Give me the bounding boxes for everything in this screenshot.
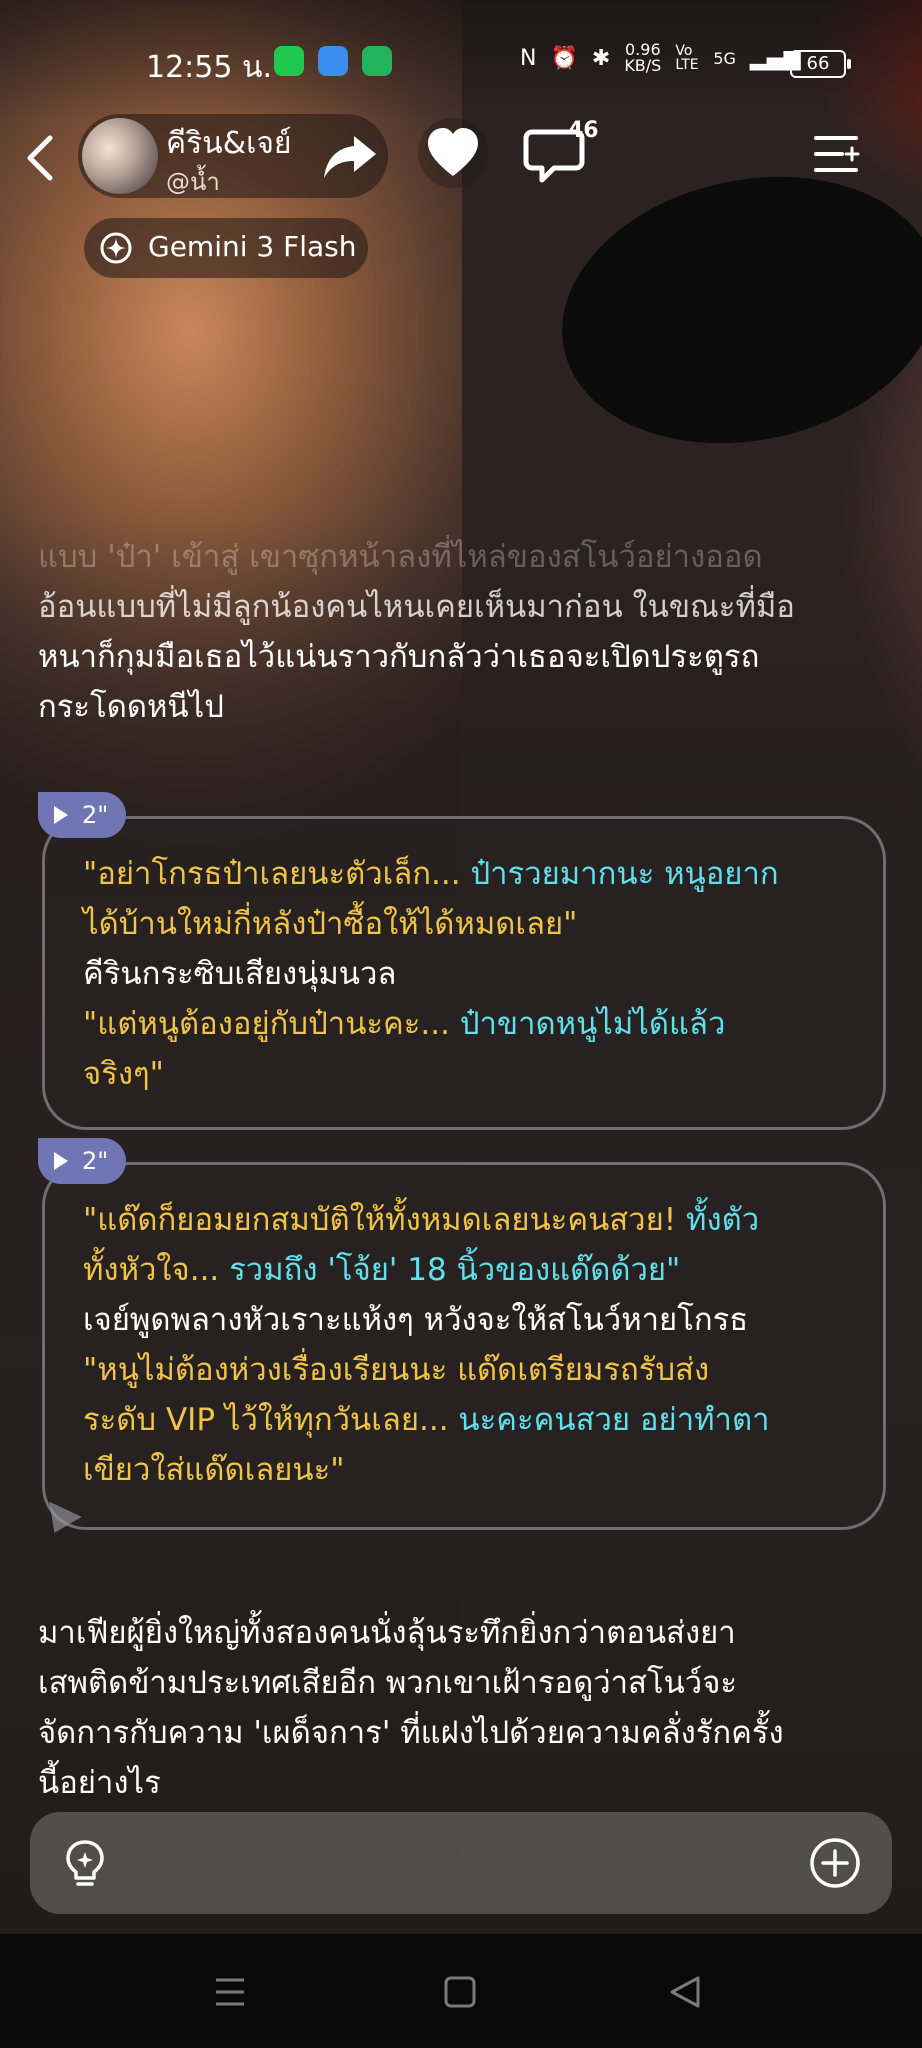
system-nav-bar	[0, 1934, 922, 2048]
voice-duration-2: 2"	[82, 1147, 109, 1175]
bubble-2-line-4: "หนูไม่ต้องห่วงเรื่องเรียนนะ แด๊ดเตรียมร…	[83, 1352, 710, 1388]
share-icon	[324, 136, 376, 178]
bubble-2-line-2: ทั้งหัวใจ... รวมถึง 'โจ้ย' 18 นิ้วของแด๊…	[83, 1245, 680, 1295]
bubble-1-line-2: ได้บ้านใหม่กี่หลังป๋าซื้อให้ได้หมดเลย"	[83, 906, 578, 942]
creator-handle: @น้ำ	[166, 168, 220, 196]
security-app-icon	[362, 46, 392, 76]
dialogue-bubble-1[interactable]: "อย่าโกรธป๋าเลยนะตัวเล็ก... ป๋ารวยมากนะ …	[42, 816, 886, 1130]
bubble-1-line-4: "แต่หนูต้องอยู่กับป๋านะคะ... ป๋าขาดหนูไม…	[83, 999, 725, 1049]
nav-home-icon	[444, 1976, 476, 2008]
model-label: Gemini 3 Flash	[148, 230, 357, 263]
volte-label: Vo LTE	[675, 43, 699, 73]
gemini-model-icon	[100, 232, 132, 264]
comment-count: 46	[568, 118, 599, 143]
bubble-2-line-2-quote-cont: รวมถึง 'โจ้ย' 18 นิ้วของแด๊ดด้วย"	[229, 1252, 681, 1288]
bubble-2-line-1-quote: "แด๊ดก็ยอมยกสมบัติให้ทั้งหมดเลยนะคนสวย!	[83, 1202, 687, 1238]
story-outro-line-1: มาเฟียผู้ยิ่งใหญ่ทั้งสองคนนั่งลุ้นระทึกย…	[38, 1615, 736, 1651]
bubble-2-line-2-quote: ทั้งหัวใจ...	[83, 1252, 230, 1288]
bubble-1-line-1: "อย่าโกรธป๋าเลยนะตัวเล็ก... ป๋ารวยมากนะ …	[83, 849, 779, 899]
suggestion-button[interactable]	[60, 1838, 110, 1888]
story-outro-line-2: เสพติดข้ามประเทศเสียอีก พวกเขาเฝ้ารอดูว่…	[38, 1665, 738, 1701]
story-outro-line-3: จัดการกับความ 'เผด็จการ' ที่แฝงไปด้วยควา…	[38, 1715, 784, 1751]
story-intro-line-2: อ้อนแบบที่ไม่มีลูกน้องคนไหนเคยเห็นมาก่อน…	[38, 589, 795, 625]
play-icon	[54, 806, 68, 824]
share-button[interactable]	[320, 128, 380, 184]
story-outro-line-4: นี้อย่างไร	[38, 1765, 161, 1801]
bubble-2-line-1-quote-cont: ทั้งตัว	[686, 1202, 760, 1238]
lightbulb-icon	[66, 1840, 104, 1886]
line-app-icon	[274, 46, 304, 76]
weather-app-icon	[318, 46, 348, 76]
play-icon	[54, 1152, 68, 1170]
status-bar: 12:55 น. N ⏰ ✱ 0.96 KB/S Vo LTE 5G ▂▄▆ 6…	[0, 36, 922, 86]
bubble-2-line-3: เจย์พูดพลางหัวเราะแห้งๆ หวังจะให้สโนว์หา…	[83, 1302, 749, 1338]
character-name: คีริน&เจย์	[166, 126, 292, 161]
network-label: 5G	[713, 48, 736, 68]
bubble-2-line-5-quote-cont: นะคะคนสวย อย่าทำตา	[458, 1402, 770, 1438]
heart-icon	[428, 128, 478, 176]
like-button[interactable]	[418, 118, 488, 188]
bubble-2-line-5: ระดับ VIP ไว้ให้ทุกวันเลย... นะคะคนสวย อ…	[83, 1395, 769, 1445]
bluetooth-icon: ✱	[591, 45, 611, 71]
nav-menu-icon	[216, 1978, 244, 2006]
menu-button[interactable]	[812, 128, 864, 180]
bubble-2-line-6: เขียวใส่แด๊ดเลยนะ"	[83, 1452, 345, 1488]
status-time: 12:55 น.	[146, 50, 273, 85]
back-button[interactable]	[20, 130, 64, 186]
bubble-1-line-1-quote-cont: ป๋ารวยมากนะ หนูอยาก	[470, 856, 779, 892]
menu-icon	[814, 136, 860, 172]
message-input-bar[interactable]	[30, 1812, 892, 1914]
bubble-1-line-1-quote: "อย่าโกรธป๋าเลยนะตัวเล็ก...	[83, 856, 471, 892]
net-speed: 0.96 KB/S	[624, 42, 661, 74]
bubble-1-line-4-quote-cont: ป๋าขาดหนูไม่ได้แล้ว	[459, 1006, 726, 1042]
alarm-icon: ⏰	[550, 45, 578, 71]
back-icon	[27, 135, 53, 181]
story-intro-line-4: กระโดดหนีไป	[38, 689, 224, 725]
voice-duration-1: 2"	[82, 801, 109, 829]
nav-back-icon	[670, 1976, 700, 2008]
bubble-2-line-5-quote: ระดับ VIP ไว้ให้ทุกวันเลย...	[83, 1402, 459, 1438]
voice-play-button-2[interactable]: 2"	[38, 1138, 126, 1184]
nav-menu-button[interactable]	[210, 1972, 250, 2012]
status-right-icons: N ⏰ ✱ 0.96 KB/S Vo LTE 5G ▂▄▆	[520, 42, 801, 74]
bubble-2-line-1: "แด๊ดก็ยอมยกสมบัติให้ทั้งหมดเลยนะคนสวย! …	[83, 1195, 759, 1245]
nav-home-button[interactable]	[440, 1972, 480, 2012]
model-selector[interactable]: Gemini 3 Flash	[84, 218, 368, 278]
net-speed-unit: KB/S	[624, 56, 662, 75]
add-button[interactable]	[808, 1836, 862, 1890]
nav-back-button[interactable]	[666, 1972, 706, 2012]
dialogue-bubble-2[interactable]: "แด๊ดก็ยอมยกสมบัติให้ทั้งหมดเลยนะคนสวย! …	[42, 1162, 886, 1530]
battery-indicator: 66	[790, 50, 851, 78]
voice-play-button-1[interactable]: 2"	[38, 792, 126, 838]
avatar[interactable]	[82, 118, 158, 194]
plus-circle-icon	[810, 1838, 860, 1888]
story-intro-line-3: หนาก็กุมมือเธอไว้แน่นราวกับกลัวว่าเธอจะเ…	[38, 639, 760, 675]
bubble-1-line-5: จริงๆ"	[83, 1056, 164, 1092]
story-intro-line-1: แบบ 'ป๋า' เข้าสู่ เขาซุกหน้าลงที่ไหล่ของ…	[38, 539, 763, 575]
bubble-1-line-4-quote: "แต่หนูต้องอยู่กับป๋านะคะ...	[83, 1006, 460, 1042]
bubble-1-line-3: คีรินกระซิบเสียงนุ่มนวล	[83, 956, 397, 992]
nfc-icon: N	[520, 45, 537, 71]
